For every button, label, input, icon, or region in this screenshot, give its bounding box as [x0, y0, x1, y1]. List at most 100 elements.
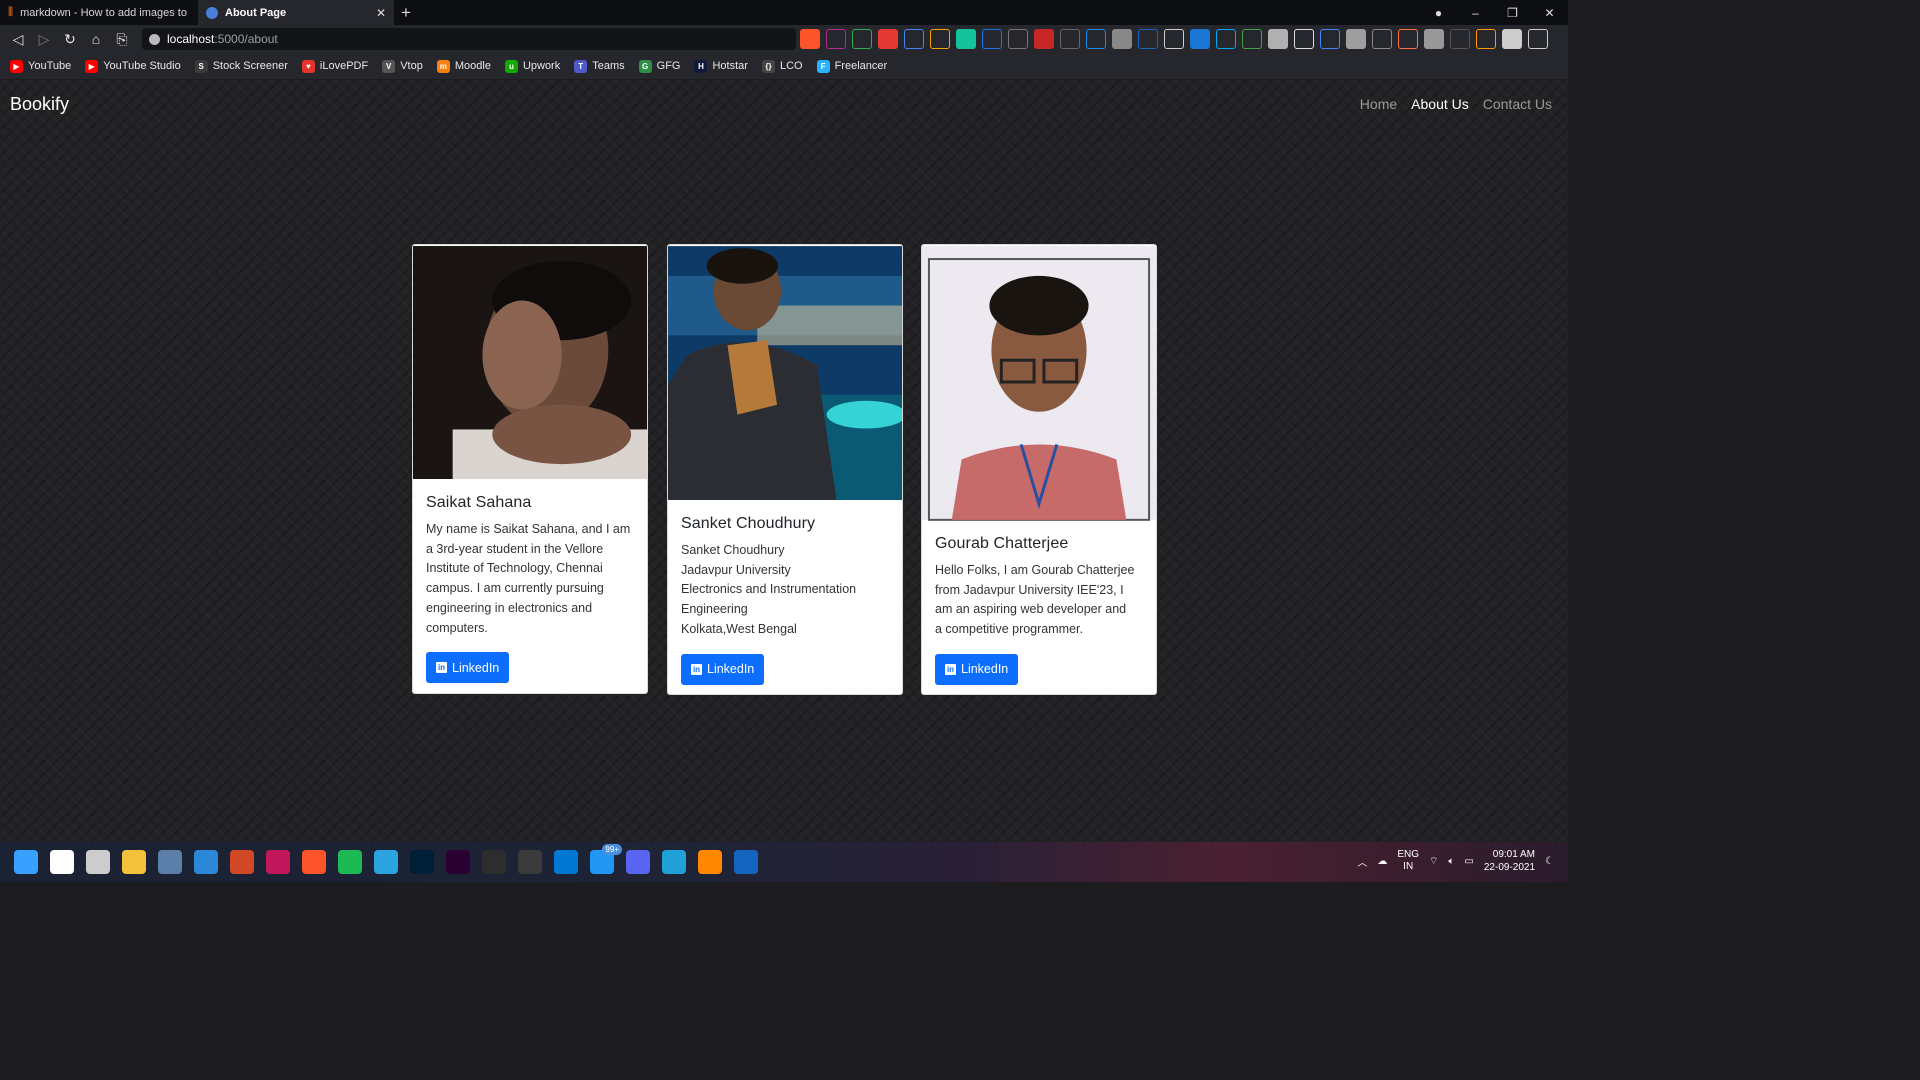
menu-icon[interactable] [1528, 29, 1548, 49]
clock[interactable]: 09:01 AM 22-09-2021 [1484, 848, 1535, 874]
obs-icon[interactable] [518, 850, 542, 874]
task-view-icon[interactable] [86, 850, 110, 874]
brave-icon[interactable] [302, 850, 326, 874]
nav-about-us[interactable]: About Us [1411, 96, 1469, 112]
menu-ext-icon[interactable] [1164, 29, 1184, 49]
chat-badge-icon[interactable]: 99+ [590, 844, 622, 874]
iq-ext-icon[interactable] [1086, 29, 1106, 49]
bookmark-icon[interactable]: ⎘ [109, 31, 135, 48]
battery-icon[interactable]: ▭ [1464, 856, 1473, 867]
browser-tab-active[interactable]: About Page ✕ [198, 0, 394, 25]
home-icon[interactable]: ⌂ [83, 31, 109, 47]
bookmark-item[interactable]: T Teams [574, 59, 625, 73]
bookmark-item[interactable]: {} LCO [761, 59, 803, 73]
brand-logo[interactable]: Bookify [10, 94, 69, 115]
vtop-icon: V [382, 59, 396, 73]
record-ext-icon[interactable] [1112, 29, 1132, 49]
system-tray: ︿ ☁ ENG IN ⌔ 🔈︎ ▭ 09:01 AM 22-09-2021 ☾ [1357, 848, 1554, 874]
linkedin-button[interactable]: in LinkedIn [426, 652, 510, 684]
bookmark-item[interactable]: ▶ YouTube Studio [85, 59, 181, 73]
brave-rewards-icon[interactable] [826, 29, 846, 49]
telegram-icon[interactable] [374, 850, 398, 874]
windows-start-icon[interactable] [14, 850, 38, 874]
color-ext-icon[interactable] [1398, 29, 1418, 49]
red-ext-icon[interactable] [878, 29, 898, 49]
bookmark-item[interactable]: S Stock Screener [194, 59, 288, 73]
s-blue-ext-icon[interactable] [1216, 29, 1236, 49]
nav-contact-us[interactable]: Contact Us [1483, 96, 1552, 112]
mail-icon[interactable] [194, 850, 218, 874]
minimize-button[interactable]: – [1457, 6, 1494, 20]
onedrive-icon[interactable]: ☁ [1377, 856, 1387, 867]
rocket-ext-icon[interactable] [1060, 29, 1080, 49]
reload-icon[interactable]: ↻ [57, 31, 83, 48]
powerpoint-p-icon[interactable] [230, 850, 254, 874]
vscode-icon[interactable] [554, 850, 578, 874]
plus-ext-icon[interactable] [852, 29, 872, 49]
linkedin-button[interactable]: in LinkedIn [681, 653, 765, 685]
bookmark-item[interactable]: G GFG [638, 59, 681, 73]
chevron-up-icon[interactable]: ︿ [1357, 854, 1367, 869]
app-w-icon[interactable] [734, 850, 758, 874]
volume-icon[interactable]: 🔈︎ [1448, 856, 1454, 867]
ghost-ext-icon[interactable] [1424, 29, 1444, 49]
bookmark-item[interactable]: F Freelancer [816, 59, 887, 73]
green-ext-icon[interactable] [1242, 29, 1262, 49]
grammarly-g-icon[interactable] [930, 29, 950, 49]
bookmark-item[interactable]: H Hotstar [694, 59, 748, 73]
bookmark-label: iLovePDF [319, 60, 369, 72]
browser-tab[interactable]: ⫼ markdown - How to add images to RE [0, 0, 198, 25]
wifi-icon[interactable]: ⌔ [1429, 855, 1438, 868]
k-ext-icon[interactable] [1034, 29, 1054, 49]
linkedin-button[interactable]: in LinkedIn [935, 653, 1019, 685]
brave-shield-icon[interactable] [800, 29, 820, 49]
table-ext-icon[interactable] [1294, 29, 1314, 49]
photoshop-icon[interactable] [410, 850, 434, 874]
new-tab-button[interactable]: + [394, 0, 418, 25]
back-icon[interactable]: ◁ [5, 31, 31, 48]
terminal-icon[interactable] [482, 850, 506, 874]
file-explorer-icon[interactable] [122, 850, 146, 874]
screenshot-ext-icon[interactable] [1268, 29, 1288, 49]
discord-icon[interactable] [626, 850, 650, 874]
s-ext-icon[interactable] [982, 29, 1002, 49]
spotify-icon[interactable] [338, 850, 362, 874]
blue-ext-icon[interactable] [904, 29, 924, 49]
calculator-icon[interactable] [158, 850, 182, 874]
bookmark-label: GFG [656, 60, 681, 72]
close-window-button[interactable]: ✕ [1531, 6, 1568, 20]
grammarly-icon[interactable] [956, 29, 976, 49]
restore-button[interactable]: ❐ [1494, 6, 1531, 20]
orange-ext-icon[interactable] [1476, 29, 1496, 49]
bookmark-item[interactable]: V Vtop [382, 59, 423, 73]
translate-ext-icon[interactable] [1320, 29, 1340, 49]
profile-icon[interactable]: ● [1420, 6, 1457, 20]
bookmark-item[interactable]: ▶ YouTube [10, 59, 72, 73]
close-tab-icon[interactable]: ✕ [376, 6, 386, 20]
stock-screener-icon: S [194, 59, 208, 73]
clock-date: 22-09-2021 [1483, 862, 1536, 873]
bookmark-item[interactable]: u Upwork [504, 59, 560, 73]
url-field[interactable]: localhost:5000/about [142, 28, 796, 50]
notifications-icon[interactable]: ☾ [1545, 856, 1554, 867]
snip-icon[interactable] [266, 850, 290, 874]
forward-icon[interactable]: ▷ [31, 31, 57, 48]
bookmark-item[interactable]: m Moodle [436, 59, 491, 73]
radio-ext-icon[interactable] [1450, 29, 1470, 49]
premiere-icon[interactable] [446, 850, 470, 874]
gray-ext-icon[interactable] [1008, 29, 1028, 49]
image-ext-icon[interactable] [1372, 29, 1392, 49]
language-indicator[interactable]: ENG IN [1397, 849, 1419, 873]
chrome-ext-icon[interactable] [1346, 29, 1366, 49]
search-icon[interactable] [50, 850, 74, 874]
nav-home[interactable]: Home [1360, 96, 1397, 112]
window-controls: ● – ❐ ✕ [1420, 0, 1568, 25]
vlc-icon[interactable] [698, 850, 722, 874]
bookmark-item[interactable]: ♥ iLovePDF [301, 59, 369, 73]
info-icon[interactable] [149, 33, 160, 45]
puzzle-icon[interactable] [1502, 29, 1522, 49]
bookmark-label: YouTube [28, 60, 72, 72]
dictionary-ext-icon[interactable] [1190, 29, 1210, 49]
edge-icon[interactable] [662, 850, 686, 874]
wave-ext-icon[interactable] [1138, 29, 1158, 49]
